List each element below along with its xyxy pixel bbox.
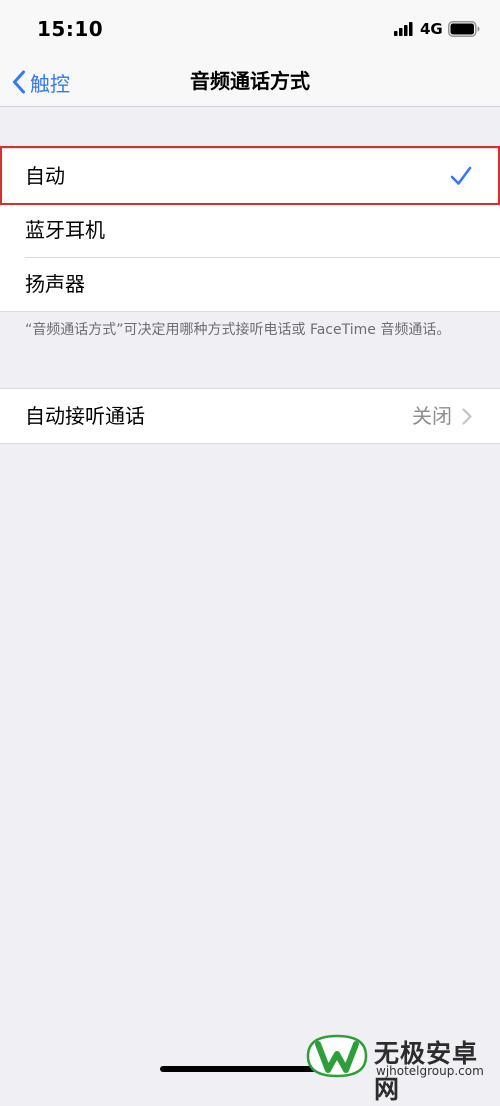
auto-answer-row[interactable]: 自动接听通话 关闭 [0,389,500,443]
status-bar: 15:10 4G [0,0,500,58]
option-auto[interactable]: 自动 [0,149,500,203]
page-title: 音频通话方式 [190,69,310,93]
audio-routing-list: 自动 蓝牙耳机 扬声器 [0,148,500,312]
chevron-right-icon [462,408,472,425]
back-button[interactable]: 触控 [12,65,70,99]
status-time: 15:10 [37,17,104,41]
battery-icon [448,21,480,37]
navigation-bar: 音频通话方式 触控 [0,58,500,107]
watermark-logo-icon [306,1034,368,1078]
auto-answer-group: 自动接听通话 关闭 [0,388,500,444]
chevron-left-icon [13,70,25,94]
auto-answer-label: 自动接听通话 [25,404,145,428]
section-footnote: “音频通话方式”可决定用哪种方式接听电话或 FaceTime 音频通话。 [25,322,451,338]
option-label: 自动 [25,164,65,188]
watermark: 无极安卓网 wjhotelgroup.com [300,1026,500,1104]
option-bluetooth-headset[interactable]: 蓝牙耳机 [0,203,500,257]
watermark-url: wjhotelgroup.com [376,1064,484,1078]
option-label: 蓝牙耳机 [25,218,105,242]
signal-bars-icon [394,22,413,36]
back-label: 触控 [30,71,70,96]
auto-answer-value: 关闭 [412,404,452,428]
checkmark-icon [450,166,472,185]
option-speaker[interactable]: 扬声器 [0,257,500,311]
network-type-label: 4G [420,20,443,38]
option-label: 扬声器 [25,272,85,296]
